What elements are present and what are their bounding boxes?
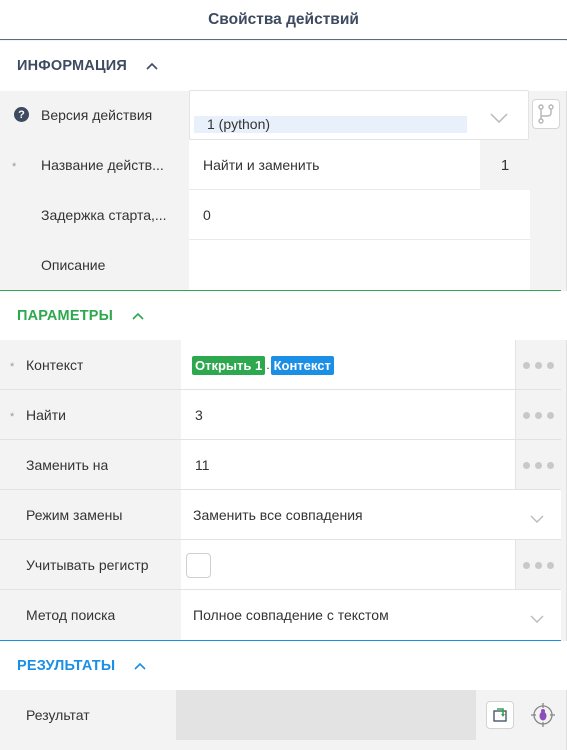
result-output — [176, 690, 476, 740]
target-bug-icon — [531, 703, 555, 727]
version-row: ? Версия действия 1 (python) — [0, 90, 567, 140]
section-params-header[interactable]: ПАРАМЕТРЫ — [0, 291, 567, 340]
case-checkbox[interactable] — [186, 552, 211, 578]
find-label: Найти — [26, 407, 66, 423]
case-field — [181, 540, 515, 590]
help-icon[interactable]: ? — [14, 107, 29, 122]
delay-row: Задержка старта,... 0 — [0, 190, 567, 240]
branch-icon — [538, 104, 554, 124]
version-branch-button[interactable] — [532, 99, 560, 129]
chevron-up-icon[interactable] — [133, 659, 147, 673]
find-more-button[interactable] — [515, 390, 561, 440]
context-tag-action[interactable]: Открыть 1 — [192, 355, 266, 375]
mode-row: Режим замены Заменить все совпадения — [0, 490, 567, 540]
action-properties-panel: Свойства действий ИНФОРМАЦИЯ ? Версия де… — [0, 0, 567, 750]
section-results-header[interactable]: РЕЗУЛЬТАТЫ — [0, 641, 567, 690]
context-label: Контекст — [26, 357, 84, 373]
section-info-title: ИНФОРМАЦИЯ — [17, 58, 128, 74]
version-value: 1 (python) — [207, 116, 271, 132]
method-value: Полное совпадение с текстом — [193, 607, 389, 623]
case-row: Учитывать регистр — [0, 540, 567, 590]
version-select[interactable]: 1 (python) — [189, 90, 529, 140]
required-asterisk: * — [10, 411, 15, 423]
replace-row: Заменить на 11 — [0, 440, 567, 490]
context-row: * Контекст Открыть 1. Контекст — [0, 340, 567, 390]
context-more-button[interactable] — [515, 340, 561, 390]
version-label: Версия действия — [41, 107, 153, 123]
result-label: Результат — [26, 707, 90, 723]
chevron-up-icon[interactable] — [145, 59, 159, 73]
row-divider — [0, 489, 561, 490]
delay-input[interactable]: 0 — [189, 190, 530, 240]
row-divider — [0, 589, 561, 590]
name-counter: 1 — [480, 140, 530, 190]
replace-input[interactable]: 11 — [181, 440, 515, 490]
mode-select[interactable]: Заменить все совпадения — [181, 490, 561, 540]
context-dot: . — [266, 358, 270, 372]
method-select[interactable]: Полное совпадение с текстом — [181, 590, 561, 640]
section-info-header[interactable]: ИНФОРМАЦИЯ — [0, 41, 567, 91]
required-asterisk: * — [12, 161, 17, 173]
chevron-up-icon[interactable] — [131, 309, 145, 323]
section-results-title: РЕЗУЛЬТАТЫ — [17, 657, 116, 674]
chevron-down-icon — [530, 510, 544, 526]
mode-label: Режим замены — [26, 507, 123, 523]
name-row: * Название действ... Найти и заменить 1 — [0, 140, 567, 190]
result-target-button[interactable] — [530, 702, 556, 728]
description-label: Описание — [41, 257, 106, 273]
description-row: Описание — [0, 240, 567, 290]
delay-label: Задержка старта,... — [41, 207, 167, 223]
find-input[interactable]: 3 — [181, 390, 515, 440]
name-label: Название действ... — [41, 157, 164, 173]
mode-value: Заменить все совпадения — [193, 507, 363, 523]
result-row: Результат — [0, 690, 567, 740]
row-divider — [0, 539, 561, 540]
row-divider — [0, 439, 561, 440]
replace-more-button[interactable] — [515, 440, 561, 490]
method-row: Метод поиска Полное совпадение с текстом — [0, 590, 567, 640]
panel-title-bar: Свойства действий — [0, 0, 567, 40]
case-label: Учитывать регистр — [26, 557, 149, 573]
panel-title: Свойства действий — [208, 10, 359, 28]
chevron-down-icon — [530, 610, 544, 626]
required-asterisk: * — [10, 361, 15, 373]
context-input[interactable]: Открыть 1. Контекст — [181, 340, 515, 390]
context-tag-field[interactable]: Контекст — [270, 355, 334, 375]
section-params-title: ПАРАМЕТРЫ — [17, 307, 114, 324]
chevron-down-icon — [490, 110, 508, 126]
row-divider — [0, 389, 561, 390]
result-insert-button[interactable] — [486, 701, 514, 729]
find-row: * Найти 3 — [0, 390, 567, 440]
case-more-button[interactable] — [515, 540, 561, 590]
description-input[interactable] — [189, 240, 530, 290]
method-label: Метод поиска — [26, 607, 116, 623]
replace-label: Заменить на — [26, 457, 109, 473]
name-input[interactable]: Найти и заменить — [189, 140, 480, 190]
insert-variable-icon — [493, 708, 507, 722]
